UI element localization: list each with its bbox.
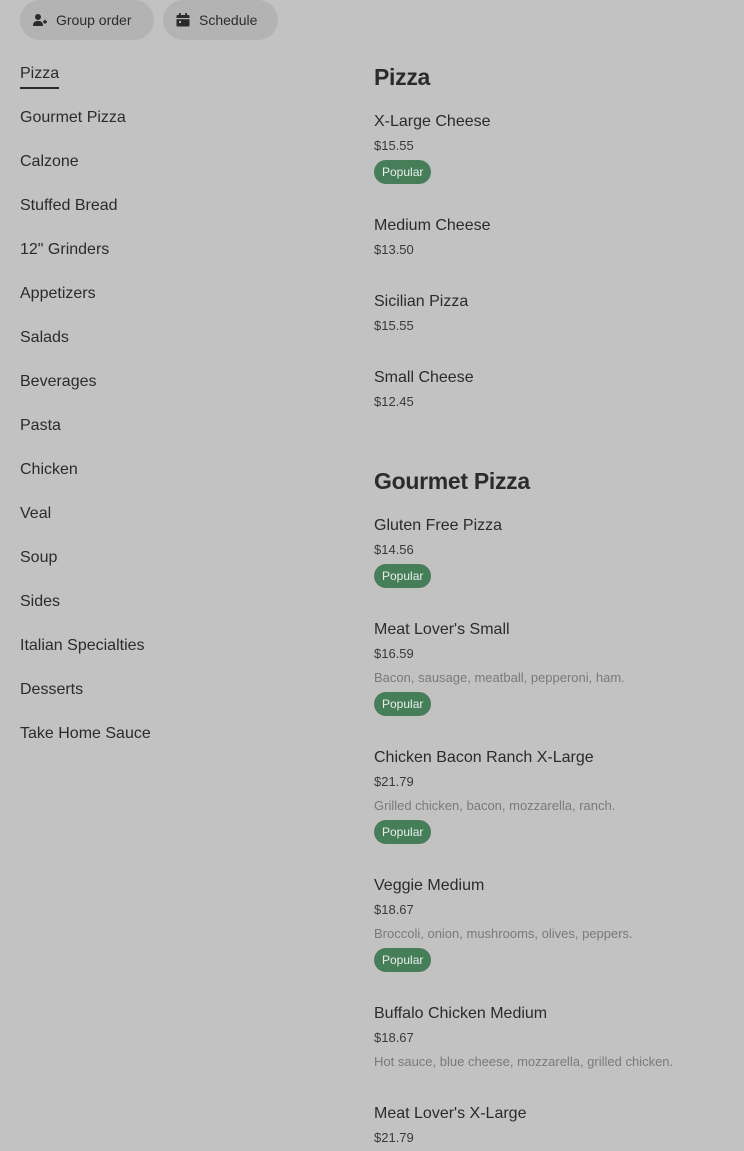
category-calzone[interactable]: Calzone <box>20 148 320 192</box>
item-price: $13.50 <box>374 242 414 257</box>
section-title: Pizza <box>374 64 431 90</box>
category-label: Soup <box>20 549 58 566</box>
item-price: $21.79 <box>374 774 414 789</box>
item-price: $21.79 <box>374 1130 414 1145</box>
category-beverages[interactable]: Beverages <box>20 368 320 412</box>
section-title: Gourmet Pizza <box>374 468 530 494</box>
category-label: Pasta <box>20 417 61 434</box>
category-stuffed-bread[interactable]: Stuffed Bread <box>20 192 320 236</box>
item-name: Gluten Free Pizza <box>374 517 503 534</box>
calendar-icon <box>175 12 191 28</box>
toolbar: Group order Schedule <box>20 0 278 40</box>
category-pizza[interactable]: Pizza <box>20 60 320 104</box>
popular-badge: Popular <box>374 160 432 184</box>
popular-badge: Popular <box>374 692 432 716</box>
person-add-icon <box>32 12 48 28</box>
menu-item[interactable]: Meat Lover's Small $16.59 Bacon, sausage… <box>374 617 734 716</box>
item-name: Meat Lover's X-Large <box>374 1105 527 1122</box>
item-name: Veggie Medium <box>374 877 485 894</box>
category-label: Chicken <box>20 461 78 478</box>
menu-item[interactable]: Small Cheese $12.45 <box>374 365 734 414</box>
popular-badge: Popular <box>374 948 432 972</box>
menu-item[interactable]: Meat Lover's X-Large $21.79 <box>374 1101 734 1150</box>
category-label: Calzone <box>20 153 79 170</box>
menu-item[interactable]: Chicken Bacon Ranch X-Large $21.79 Grill… <box>374 745 734 844</box>
item-description: Grilled chicken, bacon, mozzarella, ranc… <box>374 798 616 813</box>
category-veal[interactable]: Veal <box>20 500 320 544</box>
item-name: Sicilian Pizza <box>374 293 469 310</box>
category-label: Desserts <box>20 681 84 698</box>
item-price: $12.45 <box>374 394 414 409</box>
schedule-button[interactable]: Schedule <box>163 0 278 40</box>
category-label: Italian Specialties <box>20 637 145 654</box>
category-nav: Pizza Gourmet Pizza Calzone Stuffed Brea… <box>20 60 320 764</box>
menu-item[interactable]: Gluten Free Pizza $14.56 Popular <box>374 513 734 588</box>
category-label: 12" Grinders <box>20 241 110 258</box>
category-sides[interactable]: Sides <box>20 588 320 632</box>
menu-item[interactable]: Buffalo Chicken Medium $18.67 Hot sauce,… <box>374 1001 734 1074</box>
category-take-home-sauce[interactable]: Take Home Sauce <box>20 720 320 764</box>
group-order-button[interactable]: Group order <box>20 0 154 40</box>
category-soup[interactable]: Soup <box>20 544 320 588</box>
category-gourmet-pizza[interactable]: Gourmet Pizza <box>20 104 320 148</box>
category-label: Beverages <box>20 373 97 390</box>
item-name: X-Large Cheese <box>374 113 491 130</box>
category-salads[interactable]: Salads <box>20 324 320 368</box>
item-description: Bacon, sausage, meatball, pepperoni, ham… <box>374 670 625 685</box>
category-grinders[interactable]: 12" Grinders <box>20 236 320 280</box>
category-label: Sides <box>20 593 61 610</box>
item-price: $18.67 <box>374 1030 414 1045</box>
category-label: Veal <box>20 505 52 522</box>
category-label: Gourmet Pizza <box>20 109 126 126</box>
menu-item[interactable]: X-Large Cheese $15.55 Popular <box>374 109 734 184</box>
category-label: Salads <box>20 329 69 346</box>
item-name: Meat Lover's Small <box>374 621 510 638</box>
item-price: $14.56 <box>374 542 414 557</box>
item-price: $15.55 <box>374 318 414 333</box>
category-desserts[interactable]: Desserts <box>20 676 320 720</box>
category-chicken[interactable]: Chicken <box>20 456 320 500</box>
group-order-label: Group order <box>56 12 132 28</box>
item-name: Chicken Bacon Ranch X-Large <box>374 749 594 766</box>
item-description: Hot sauce, blue cheese, mozzarella, gril… <box>374 1054 674 1069</box>
menu-item[interactable]: Medium Cheese $13.50 <box>374 213 734 262</box>
category-label: Take Home Sauce <box>20 725 151 742</box>
popular-badge: Popular <box>374 820 432 844</box>
category-label: Stuffed Bread <box>20 197 118 214</box>
category-label: Appetizers <box>20 285 96 302</box>
popular-badge: Popular <box>374 564 432 588</box>
category-label: Pizza <box>20 61 60 89</box>
item-name: Buffalo Chicken Medium <box>374 1005 548 1022</box>
item-price: $18.67 <box>374 902 414 917</box>
item-description: Broccoli, onion, mushrooms, olives, pepp… <box>374 926 633 941</box>
schedule-label: Schedule <box>199 12 258 28</box>
item-price: $15.55 <box>374 138 414 153</box>
item-price: $16.59 <box>374 646 414 661</box>
menu-item[interactable]: Veggie Medium $18.67 Broccoli, onion, mu… <box>374 873 734 972</box>
menu-item[interactable]: Sicilian Pizza $15.55 <box>374 289 734 338</box>
category-pasta[interactable]: Pasta <box>20 412 320 456</box>
category-appetizers[interactable]: Appetizers <box>20 280 320 324</box>
item-name: Medium Cheese <box>374 217 491 234</box>
item-name: Small Cheese <box>374 369 474 386</box>
category-italian-specialties[interactable]: Italian Specialties <box>20 632 320 676</box>
